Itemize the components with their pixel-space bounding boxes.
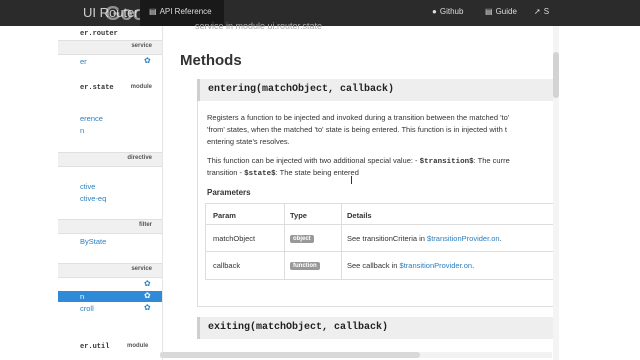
sidebar-item-n-selected[interactable]: n — [80, 292, 84, 301]
sidebar-section-service-2: service — [58, 263, 162, 278]
table-row: callback function See callback in $trans… — [206, 251, 553, 279]
text-cursor — [351, 176, 352, 184]
inject-text: : The curre — [473, 156, 510, 165]
faded-breadcrumb: service in module ui.router.state — [195, 21, 323, 31]
details-link[interactable]: $transitionProvider.on — [427, 234, 500, 243]
param-name: matchObject — [213, 234, 256, 243]
sidebar-item-bystate[interactable]: ByState — [80, 237, 106, 246]
rocket-icon: ➚ — [534, 7, 541, 16]
desc-line-1: Registers a function to be injected and … — [207, 113, 510, 122]
method-signature: exiting(matchObject, callback) — [208, 322, 389, 333]
code-state: $state$ — [244, 170, 276, 178]
page-title: Methods — [180, 52, 242, 69]
horizontal-scroll-thumb[interactable] — [160, 352, 420, 358]
section-label: module — [130, 84, 152, 90]
sidebar-item-croll[interactable]: croll — [80, 304, 94, 313]
nav-guide-label: Guide — [495, 7, 517, 16]
method-header-exiting: exiting(matchObject, callback) — [197, 317, 555, 339]
nav-api-reference-label: API Reference — [159, 7, 212, 16]
desc-line-2: 'from' states, when the matched 'to' sta… — [207, 125, 507, 134]
table-row: matchObject object See transitionCriteri… — [206, 224, 553, 252]
type-badge-label: function — [290, 262, 320, 270]
sidebar-item-n[interactable]: n — [80, 126, 84, 135]
sidebar-section-service: service — [58, 40, 162, 55]
section-label-module: module — [127, 343, 149, 349]
type-badge-label: object — [290, 235, 314, 243]
nav-s-label: S — [543, 7, 550, 16]
details-text: See callback in — [347, 261, 400, 270]
sidebar-item-ctive-eq[interactable]: ctive-eq — [80, 194, 106, 203]
nav-api-reference[interactable]: ▤ API Reference — [149, 7, 212, 16]
type-badge: function — [290, 260, 320, 270]
nav-github-label: Github — [439, 7, 464, 16]
details-text: See transitionCriteria in — [347, 234, 428, 243]
parameters-heading: Parameters — [207, 188, 251, 197]
sidebar-title-router: er.router — [80, 30, 118, 38]
sidebar-section-module: module — [120, 82, 162, 95]
inject-text: transition - — [207, 168, 245, 177]
method-header-entering: entering(matchObject, callback) — [197, 79, 555, 101]
type-badge: object — [290, 233, 314, 243]
desc-line-3: entering state's resolves. — [207, 137, 290, 146]
table-header-param: Param — [213, 211, 236, 220]
details-suffix: . — [472, 261, 475, 270]
inject-text: : The state being entered — [275, 168, 359, 177]
param-name: callback — [213, 261, 241, 270]
section-label: filter — [138, 222, 152, 228]
github-icon: ● — [432, 7, 437, 16]
sidebar-title-state: er.state — [80, 84, 114, 92]
sidebar-section-directive: directive — [58, 152, 162, 167]
sidebar-item-ctive[interactable]: ctive — [80, 182, 95, 191]
nav-github[interactable]: ● Github — [432, 7, 463, 16]
nav-s[interactable]: ➚ S — [534, 7, 549, 16]
sidebar-title-util: er.util — [80, 343, 110, 351]
nav-guide[interactable]: ▤ Guide — [485, 7, 517, 16]
section-label: directive — [127, 155, 152, 161]
param-details: See transitionCriteria in $transitionPro… — [347, 234, 502, 243]
inject-text: This function can be injected with two a… — [207, 156, 420, 165]
section-label: service — [131, 266, 152, 272]
book-icon: ▤ — [485, 7, 493, 16]
method-signature: entering(matchObject, callback) — [208, 84, 395, 95]
table-header-details: Details — [347, 211, 372, 220]
code-transition: $transition$ — [419, 158, 474, 166]
details-suffix: . — [499, 234, 502, 243]
table-header-type: Type — [290, 211, 307, 220]
sidebar-section-filter: filter — [58, 219, 162, 234]
vertical-scroll-thumb[interactable] — [553, 52, 559, 98]
param-details: See callback in $transitionProvider.on. — [347, 261, 474, 270]
sidebar-item-reference[interactable]: erence — [80, 114, 103, 123]
parameters-table: Param Type Details matchObject object Se… — [205, 203, 554, 280]
book-icon: ▤ — [149, 7, 157, 16]
details-link[interactable]: $transitionProvider.on — [400, 261, 473, 270]
sidebar-item-router[interactable]: er — [80, 57, 87, 66]
section-label: service — [131, 43, 152, 49]
inject-line-2: transition - $state$: The state being en… — [207, 167, 359, 180]
